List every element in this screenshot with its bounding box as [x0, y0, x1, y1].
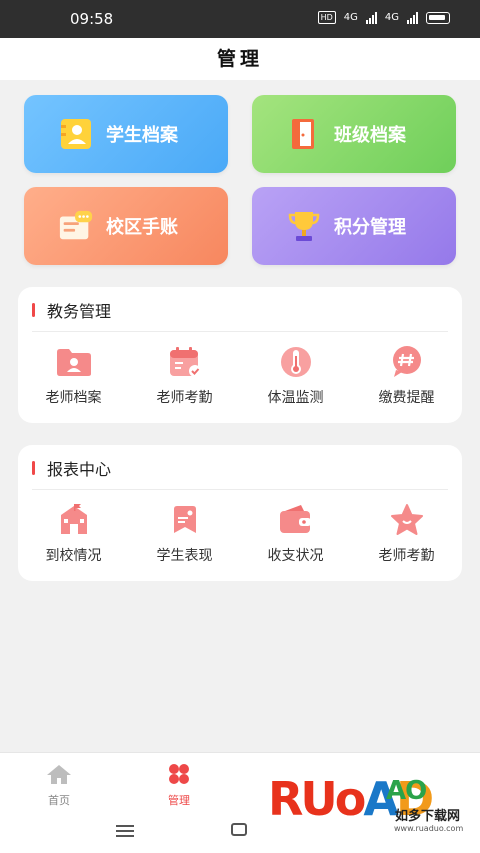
page-header: 管理	[0, 38, 480, 80]
item-label: 体温监测	[267, 390, 324, 406]
door-icon	[286, 116, 322, 152]
watermark-ao: AO	[386, 776, 427, 806]
watermark-cn: 如多下载网	[395, 809, 461, 824]
status-bar: 09:58 HD 4G 4G	[0, 0, 480, 38]
payment-reminder-item[interactable]: 缴费提醒	[351, 345, 462, 407]
teacher-folder-icon	[55, 345, 93, 379]
panel-items: 老师档案 老师考勤 体温监测 缴费提醒	[18, 345, 462, 407]
status-icons: HD 4G 4G	[317, 11, 450, 24]
calendar-check-icon	[166, 345, 204, 379]
teacher-file-item[interactable]: 老师档案	[18, 345, 129, 407]
item-label: 到校情况	[45, 548, 102, 564]
trophy-icon	[286, 208, 322, 244]
signal-icon	[407, 11, 418, 24]
thermometer-icon	[277, 345, 315, 379]
item-label: 缴费提醒	[378, 390, 435, 406]
student-performance-item[interactable]: 学生表现	[129, 503, 240, 565]
item-label: 老师档案	[45, 390, 102, 406]
panel-header: 教务管理	[32, 298, 111, 322]
accent-bar	[32, 303, 35, 317]
teacher-attendance-report-item[interactable]: 老师考勤	[351, 503, 462, 565]
teacher-attendance-item[interactable]: 老师考勤	[129, 345, 240, 407]
signal-icon	[365, 11, 377, 24]
panel-items: 到校情况 学生表现 收支状况 老师考勤	[18, 503, 462, 565]
divider	[32, 489, 448, 490]
school-arrival-item[interactable]: 到校情况	[18, 503, 129, 565]
hashtag-bubble-icon	[388, 345, 426, 379]
nav-home[interactable]: 首页	[29, 763, 89, 808]
hd-badge: HD	[317, 11, 336, 24]
wallet-icon	[277, 503, 315, 537]
quick-card-label: 校区手账	[106, 217, 178, 238]
home-icon	[46, 765, 72, 789]
academic-management-panel: 教务管理 老师档案 老师考勤 体温监测 缴费提醒	[18, 287, 462, 423]
temperature-monitor-item[interactable]: 体温监测	[240, 345, 351, 407]
quick-card-label: 积分管理	[334, 217, 406, 238]
star-icon	[388, 503, 426, 537]
grid-icon	[166, 764, 192, 789]
quick-card-label: 学生档案	[106, 125, 178, 146]
battery-icon	[426, 11, 450, 24]
panel-title: 教务管理	[47, 302, 112, 321]
report-center-panel: 报表中心 到校情况 学生表现 收支状况 老师考勤	[18, 445, 462, 581]
panel-title: 报表中心	[47, 460, 112, 479]
student-file-card[interactable]: 学生档案	[24, 95, 228, 173]
page-title: 管理	[216, 48, 263, 70]
item-label: 收支状况	[267, 548, 324, 564]
nav-manage[interactable]: 管理	[149, 763, 209, 808]
item-label: 老师考勤	[156, 390, 213, 406]
income-expense-item[interactable]: 收支状况	[240, 503, 351, 565]
nav-manage-label: 管理	[168, 794, 190, 807]
points-management-card[interactable]: 积分管理	[252, 187, 456, 265]
panel-header: 报表中心	[32, 456, 111, 480]
campus-notebook-card[interactable]: 校区手账	[24, 187, 228, 265]
watermark-url: www.ruaduo.com	[394, 824, 464, 833]
nav-home-label: 首页	[48, 794, 70, 807]
network-type-2: 4G	[384, 12, 399, 23]
system-menu-button[interactable]	[116, 825, 134, 840]
student-file-icon	[58, 116, 94, 152]
divider	[32, 331, 448, 332]
class-file-card[interactable]: 班级档案	[252, 95, 456, 173]
status-time: 09:58	[70, 10, 114, 28]
accent-bar	[32, 461, 35, 475]
quick-card-label: 班级档案	[334, 125, 406, 146]
system-home-button[interactable]	[231, 823, 247, 836]
network-type-1: 4G	[343, 12, 358, 23]
item-label: 学生表现	[156, 548, 213, 564]
item-label: 老师考勤	[378, 548, 435, 564]
school-building-icon	[55, 503, 93, 537]
tag-icon	[166, 503, 204, 537]
notebook-chat-icon	[58, 208, 94, 244]
watermark-logo: RUoAD AO 如多下载网 www.ruaduo.com	[268, 772, 468, 844]
